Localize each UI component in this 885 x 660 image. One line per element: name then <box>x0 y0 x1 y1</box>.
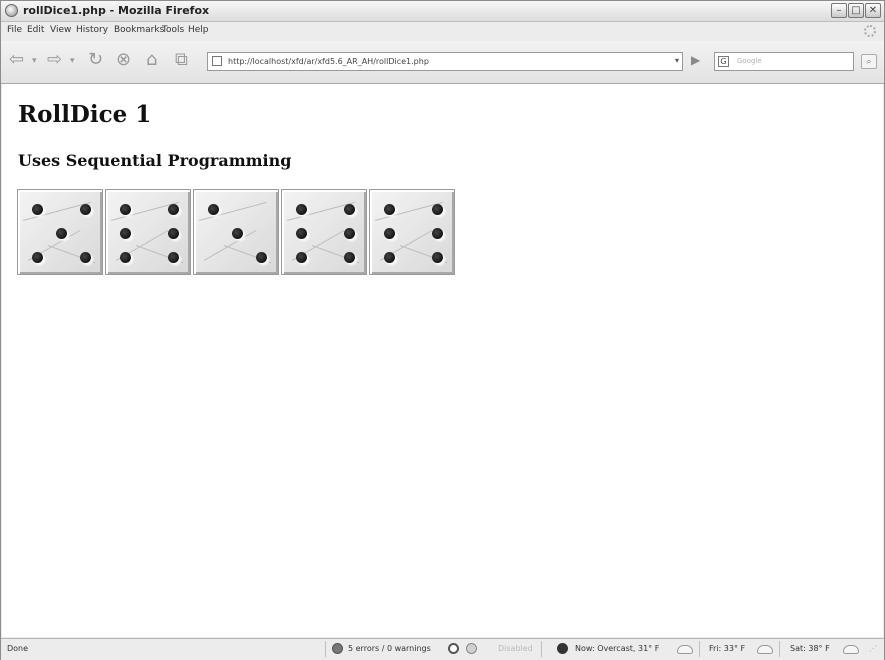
weather-fri: Fri: 33° F <box>709 644 746 653</box>
die-pip <box>80 252 91 263</box>
menu-help[interactable]: Help <box>188 25 209 35</box>
forward-arrow-icon[interactable]: ⇨ <box>47 49 62 70</box>
address-bar[interactable]: http://localhost/xfd/ar/xfd5.6_AR_AH/rol… <box>207 52 683 71</box>
die-face <box>281 189 367 275</box>
menu-tools[interactable]: Tools <box>162 25 184 35</box>
resize-grip-icon[interactable]: ⋰ <box>869 644 877 653</box>
page-title: RollDice 1 <box>18 101 152 128</box>
firefox-icon <box>5 4 18 17</box>
die-pip <box>32 252 43 263</box>
menu-edit[interactable]: Edit <box>27 25 44 35</box>
cloud-icon <box>677 645 693 654</box>
die-pip <box>384 252 395 263</box>
die-pip <box>168 252 179 263</box>
weather-sat: Sat: 38° F <box>790 644 830 653</box>
die-face <box>105 189 191 275</box>
die-pip <box>120 204 131 215</box>
divider <box>541 641 542 657</box>
new-tab-icon[interactable]: ⧉ <box>175 49 188 70</box>
die-face <box>369 189 455 275</box>
status-bar: Done 5 errors / 0 warnings Disabled Now:… <box>1 638 884 660</box>
die-pip <box>296 204 307 215</box>
divider <box>699 641 700 657</box>
weather-globe-icon[interactable] <box>557 643 568 654</box>
forward-history-dropdown-icon[interactable]: ▾ <box>70 56 75 66</box>
search-input[interactable]: Google <box>737 57 762 65</box>
home-icon[interactable]: ⌂ <box>146 49 157 70</box>
error-count[interactable]: 5 errors / 0 warnings <box>348 644 431 653</box>
maximize-button[interactable]: □ <box>848 3 864 18</box>
die-pip <box>168 228 179 239</box>
back-arrow-icon[interactable]: ⇦ <box>9 49 24 70</box>
die-pip <box>296 252 307 263</box>
divider <box>779 641 780 657</box>
die-pip <box>56 228 67 239</box>
die-pip <box>80 204 91 215</box>
die-pip <box>232 228 243 239</box>
minimize-button[interactable]: – <box>831 3 847 18</box>
weather-now: Now: Overcast, 31° F <box>575 644 660 653</box>
search-engine-icon[interactable]: G <box>718 56 729 67</box>
window-title: rollDice1.php - Mozilla Firefox <box>23 4 210 17</box>
die-pip <box>256 252 267 263</box>
die-pip <box>384 228 395 239</box>
die-pip <box>344 204 355 215</box>
title-bar: rollDice1.php - Mozilla Firefox – □ ✕ <box>1 1 884 22</box>
die-pip <box>432 228 443 239</box>
die-texture-crack <box>203 230 257 261</box>
gear-icon[interactable] <box>466 643 477 654</box>
menu-file[interactable]: File <box>7 25 22 35</box>
url-text[interactable]: http://localhost/xfd/ar/xfd5.6_AR_AH/rol… <box>228 57 429 66</box>
die-pip <box>344 228 355 239</box>
die-face <box>193 189 279 275</box>
die-pip <box>168 204 179 215</box>
search-icon[interactable]: ⌕ <box>861 54 877 69</box>
menu-bar: File Edit View History Bookmarks Tools H… <box>1 22 884 40</box>
page-subtitle: Uses Sequential Programming <box>18 151 292 170</box>
go-icon[interactable]: ▶ <box>691 53 700 67</box>
die-pip <box>120 252 131 263</box>
cloud-icon <box>843 645 859 654</box>
check-icon[interactable] <box>448 643 459 654</box>
disabled-label: Disabled <box>498 644 533 653</box>
navigation-toolbar: ⇦ ▾ ⇨ ▾ ↻ ⊗ ⌂ ⧉ http://localhost/xfd/ar/… <box>1 41 884 84</box>
die-face <box>17 189 103 275</box>
die-pip <box>384 204 395 215</box>
search-bar[interactable]: G Google <box>714 52 854 71</box>
throbber-icon <box>864 25 876 37</box>
divider <box>325 641 326 657</box>
page-favicon <box>212 56 222 66</box>
die-pip <box>344 252 355 263</box>
back-history-dropdown-icon[interactable]: ▾ <box>32 56 37 66</box>
dice-row <box>17 189 455 275</box>
die-pip <box>120 228 131 239</box>
menu-history[interactable]: History <box>76 25 108 35</box>
window-controls: – □ ✕ <box>831 3 881 18</box>
url-history-dropdown-icon[interactable]: ▾ <box>675 56 679 65</box>
menu-view[interactable]: View <box>50 25 71 35</box>
close-button[interactable]: ✕ <box>865 3 881 18</box>
die-pip <box>432 252 443 263</box>
cloud-icon <box>757 645 773 654</box>
reload-icon[interactable]: ↻ <box>88 49 103 70</box>
die-pip <box>296 228 307 239</box>
status-text: Done <box>7 644 29 653</box>
browser-window: rollDice1.php - Mozilla Firefox – □ ✕ Fi… <box>0 0 885 660</box>
error-icon[interactable] <box>332 643 343 654</box>
die-pip <box>432 204 443 215</box>
die-pip <box>208 204 219 215</box>
page-content: RollDice 1 Uses Sequential Programming <box>2 84 883 637</box>
stop-icon[interactable]: ⊗ <box>116 49 131 70</box>
menu-bookmarks[interactable]: Bookmarks <box>114 25 164 35</box>
die-pip <box>32 204 43 215</box>
